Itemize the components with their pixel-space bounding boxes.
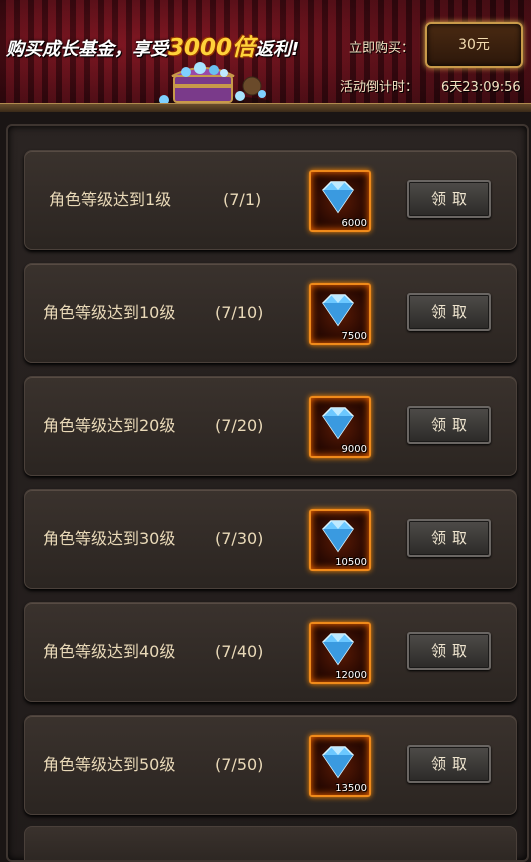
reward-condition: 角色等级达到20级 bbox=[43, 416, 176, 435]
diamond-icon bbox=[322, 181, 354, 214]
banner-slogan: 购买成长基金，享受3000倍返利! bbox=[6, 28, 299, 62]
reward-row: 角色等级达到1级 (7/1) 6000 领取 bbox=[24, 150, 517, 250]
reward-item[interactable]: 7500 bbox=[309, 283, 371, 345]
reward-condition: 角色等级达到30级 bbox=[43, 529, 176, 548]
slogan-suffix: 返利! bbox=[255, 39, 300, 60]
reward-condition: 角色等级达到10级 bbox=[43, 303, 176, 322]
buy-now-label: 立即购买： bbox=[349, 41, 415, 56]
reward-row: 角色等级达到30级 (7/30) 10500 领取 bbox=[24, 489, 517, 589]
diamond-icon bbox=[322, 633, 354, 666]
claim-button[interactable]: 领取 bbox=[407, 519, 491, 557]
slogan-prefix: 购买成长基金，享受 bbox=[6, 39, 168, 60]
reward-progress: (7/50) bbox=[215, 755, 264, 774]
reward-item[interactable]: 9000 bbox=[309, 396, 371, 458]
buy-price-button[interactable]: 30元 bbox=[425, 22, 523, 68]
reward-progress: (7/40) bbox=[215, 642, 264, 661]
reward-list-panel[interactable]: 角色等级达到1级 (7/1) 6000 领取 角色等级达到10级 (7/10) … bbox=[6, 124, 529, 862]
diamond-icon bbox=[322, 520, 354, 553]
reward-progress: (7/20) bbox=[215, 416, 264, 435]
diamond-icon bbox=[322, 294, 354, 327]
reward-item[interactable]: 13500 bbox=[309, 735, 371, 797]
reward-condition: 角色等级达到40级 bbox=[43, 642, 176, 661]
countdown-label: 活动倒计时： bbox=[340, 80, 419, 95]
diamond-icon bbox=[322, 407, 354, 440]
reward-amount: 12000 bbox=[335, 670, 367, 681]
diamond-icon bbox=[322, 746, 354, 779]
claim-button[interactable]: 领取 bbox=[407, 293, 491, 331]
claim-button[interactable]: 领取 bbox=[407, 632, 491, 670]
reward-item[interactable]: 10500 bbox=[309, 509, 371, 571]
promo-banner: 购买成长基金，享受3000倍返利! 立即购买： 30元 活动倒计时： 6天23:… bbox=[0, 0, 531, 112]
claim-button[interactable]: 领取 bbox=[407, 745, 491, 783]
reward-condition: 角色等级达到1级 bbox=[49, 190, 172, 209]
reward-row: 角色等级达到50级 (7/50) 13500 领取 bbox=[24, 715, 517, 815]
reward-amount: 6000 bbox=[341, 218, 367, 229]
reward-item[interactable]: 12000 bbox=[309, 622, 371, 684]
reward-row: 角色等级达到20级 (7/20) 9000 领取 bbox=[24, 376, 517, 476]
reward-amount: 13500 bbox=[335, 783, 367, 794]
reward-amount: 7500 bbox=[341, 331, 367, 342]
reward-row-partial bbox=[24, 826, 517, 860]
claim-button[interactable]: 领取 bbox=[407, 406, 491, 444]
reward-progress: (7/30) bbox=[215, 529, 264, 548]
reward-progress: (7/10) bbox=[215, 303, 264, 322]
claim-button[interactable]: 领取 bbox=[407, 180, 491, 218]
countdown-value: 6天23:09:56 bbox=[441, 80, 521, 95]
reward-progress: (7/1) bbox=[223, 190, 262, 209]
reward-condition: 角色等级达到50级 bbox=[43, 755, 176, 774]
treasure-chest-icon bbox=[154, 62, 270, 108]
reward-amount: 10500 bbox=[335, 557, 367, 568]
reward-row: 角色等级达到40级 (7/40) 12000 领取 bbox=[24, 602, 517, 702]
reward-amount: 9000 bbox=[341, 444, 367, 455]
reward-item[interactable]: 6000 bbox=[309, 170, 371, 232]
reward-row: 角色等级达到10级 (7/10) 7500 领取 bbox=[24, 263, 517, 363]
